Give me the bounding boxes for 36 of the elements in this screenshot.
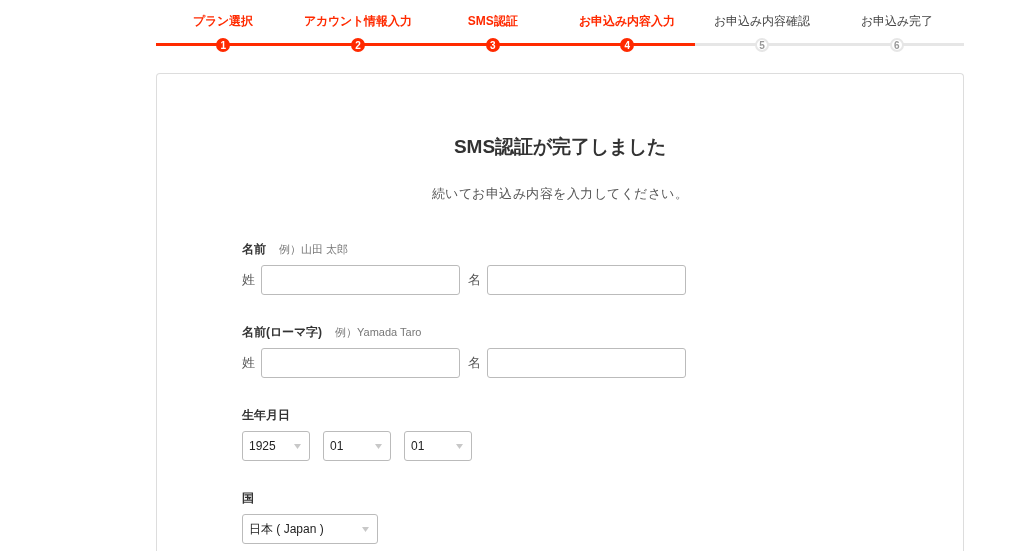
step-number: 2 — [351, 38, 365, 52]
step-label: アカウント情報入力 — [304, 14, 412, 29]
caret-icon — [362, 526, 369, 532]
example-hint: 例）Yamada Taro — [335, 325, 422, 340]
example-hint: 例）山田 太郎 — [279, 242, 349, 257]
field-label: 名 — [468, 271, 481, 289]
step-label: お申込み内容入力 — [579, 14, 676, 29]
input-field[interactable] — [261, 348, 460, 378]
select-dropdown[interactable]: 日本 ( Japan ) — [242, 514, 378, 544]
select-dropdown[interactable]: 1925 — [242, 431, 310, 461]
step-number: 3 — [485, 38, 500, 52]
caret-icon — [294, 443, 301, 449]
step-label: SMS認証 — [467, 14, 518, 29]
step-label: プラン選択 — [193, 14, 254, 29]
select-dropdown[interactable]: 01 — [323, 431, 391, 461]
field-label: 姓 — [242, 271, 255, 289]
field-label: 姓 — [242, 354, 255, 372]
step-number: 1 — [216, 38, 231, 52]
caret-icon — [375, 443, 382, 449]
field-label: 生年月日 — [242, 407, 290, 424]
field-label: 名 — [468, 354, 481, 372]
step-label: お申込み内容確認 — [714, 14, 810, 29]
step-label: お申込み完了 — [860, 14, 933, 29]
field-label: 名前 — [242, 241, 266, 258]
page-title: SMS認証が完了しました — [452, 135, 668, 159]
caret-icon — [456, 443, 463, 449]
select-dropdown[interactable]: 01 — [404, 431, 472, 461]
input-field[interactable] — [487, 348, 686, 378]
field-label: 国 — [242, 490, 254, 507]
field-label: 名前(ローマ字) — [242, 324, 322, 341]
instruction-text: 続いてお申込み内容を入力してください。 — [430, 185, 690, 203]
step-number: 5 — [755, 38, 769, 52]
input-field[interactable] — [487, 265, 686, 295]
step-number: 4 — [620, 38, 635, 52]
input-field[interactable] — [261, 265, 460, 295]
step-number: 6 — [889, 38, 904, 52]
